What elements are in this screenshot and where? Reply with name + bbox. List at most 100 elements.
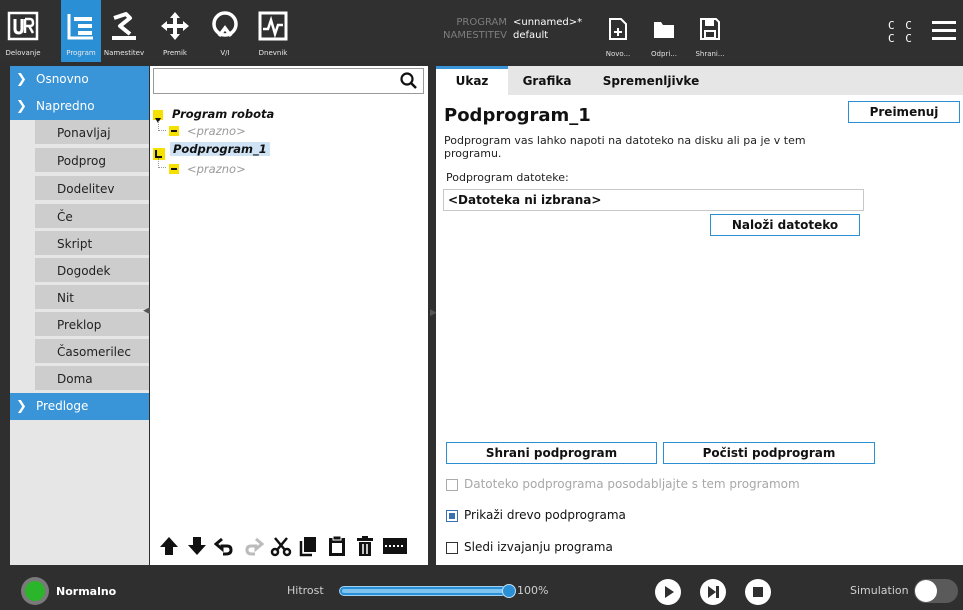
nav-namestitev[interactable]: Namestitev (101, 0, 147, 62)
chevron-down-icon: ❯ (16, 99, 27, 114)
cut-icon[interactable] (270, 535, 292, 557)
copy-icon[interactable] (298, 535, 320, 557)
delete-icon[interactable] (354, 535, 376, 557)
nav-label: V/I (220, 49, 230, 57)
show-subprogram-tree-checkbox[interactable] (446, 510, 458, 522)
move-up-icon[interactable] (158, 535, 180, 557)
node-item[interactable]: Dogodek (35, 258, 149, 284)
program-tree-panel: Program robota <prazno> Podprogram_1 <pr… (150, 66, 428, 565)
new-file-button[interactable]: Novo... (595, 0, 641, 62)
subprogram-icon (153, 145, 165, 160)
app-window: Delovanje Program Namestitev Premik V/I … (0, 0, 963, 610)
tree-node-empty[interactable]: <prazno> (187, 162, 246, 176)
tab-ukaz[interactable]: Ukaz (436, 66, 508, 95)
tab-bar: Ukaz Grafika Spremenljivke (436, 66, 963, 95)
simulation-label: Simulation (850, 584, 909, 597)
save-file-button[interactable]: Shrani... (687, 0, 733, 62)
tree-connector (158, 121, 166, 131)
nav-delovanje[interactable]: Delovanje (0, 0, 46, 62)
tree-node-subprogram[interactable]: Podprogram_1 (170, 142, 270, 156)
stop-button[interactable] (745, 579, 771, 605)
node-item[interactable]: Podprog (35, 148, 149, 174)
node-item[interactable]: Ponavljaj (35, 120, 149, 146)
cc-line: C C (888, 32, 914, 45)
expand-toggle-icon[interactable] (153, 110, 163, 123)
node-item[interactable]: Časomerilec (35, 339, 149, 365)
nav-premik[interactable]: Premik (155, 0, 195, 62)
chevron-right-icon: ❯ (16, 399, 27, 414)
menu-icon[interactable] (932, 21, 956, 41)
empty-node-icon (169, 126, 179, 136)
checkbox-label: Sledi izvajanju programa (464, 540, 613, 554)
nav-label: Premik (163, 49, 187, 57)
installation-name: default (513, 30, 549, 41)
nav-vi[interactable]: V/I (205, 0, 245, 62)
checkbox-label: Datoteko podprograma posodabljajte s tem… (464, 477, 800, 491)
file-button-label: Odpri... (651, 50, 677, 58)
node-item[interactable]: Če (35, 204, 149, 230)
tree-search-input[interactable] (153, 68, 424, 94)
robot-status-icon[interactable] (21, 577, 49, 605)
node-item[interactable]: Dodelitev (35, 176, 149, 202)
suppress-icon[interactable] (382, 535, 408, 557)
folder-icon (654, 22, 674, 38)
program-name: <unnamed>* (513, 17, 583, 28)
tree-node-root[interactable]: Program robota (172, 107, 274, 121)
paste-icon[interactable] (326, 535, 348, 557)
log-icon (258, 11, 288, 41)
category-label: Predloge (36, 399, 89, 413)
program-key: PROGRAM (456, 17, 507, 28)
subprogram-file-field: <Datoteka ni izbrana> (443, 189, 864, 211)
category-label: Osnovno (36, 72, 89, 86)
save-subprogram-button[interactable]: Shrani podprogram (446, 442, 657, 464)
play-button[interactable] (655, 579, 681, 605)
tab-spremenljivke[interactable]: Spremenljivke (586, 66, 716, 95)
chevron-right-icon: ❯ (16, 72, 27, 87)
speed-slider-handle[interactable] (502, 584, 516, 598)
category-label: Napredno (36, 99, 95, 113)
move-icon (161, 12, 189, 40)
installation-icon (112, 12, 136, 40)
nav-dnevnik[interactable]: Dnevnik (253, 0, 293, 62)
category-advanced[interactable]: ❯ Napredno (10, 93, 149, 120)
node-item[interactable]: Doma (35, 366, 149, 392)
nav-label: Program (66, 49, 96, 57)
undo-icon[interactable] (214, 535, 236, 557)
redo-icon[interactable] (242, 535, 264, 557)
rename-button[interactable]: Preimenuj (848, 101, 960, 123)
speed-slider[interactable] (339, 586, 507, 596)
search-icon[interactable] (399, 71, 419, 91)
tree-node-empty[interactable]: <prazno> (187, 124, 246, 138)
node-item[interactable]: Nit (35, 285, 149, 311)
follow-execution-checkbox[interactable] (446, 542, 458, 554)
program-node-panel: ❯ Osnovno ❯ Napredno Ponavljaj Podprog D… (10, 66, 149, 565)
move-down-icon[interactable] (186, 535, 208, 557)
tree-connector (158, 158, 166, 168)
category-basic[interactable]: ❯ Osnovno (10, 66, 149, 93)
nav-label: Delovanje (5, 49, 41, 57)
clear-subprogram-button[interactable]: Počisti podprogram (663, 442, 875, 464)
step-button[interactable] (700, 579, 726, 605)
file-button-label: Novo... (605, 50, 631, 58)
load-file-button[interactable]: Naloži datoteko (710, 214, 860, 236)
tab-grafika[interactable]: Grafika (508, 66, 586, 95)
category-templates[interactable]: ❯ Predloge (10, 393, 149, 420)
installation-key: NAMESTITEV (443, 30, 507, 41)
simulation-toggle[interactable] (914, 579, 958, 603)
keep-file-updated-checkbox[interactable] (446, 479, 458, 491)
control-indicator: C C C C (888, 19, 914, 45)
node-item[interactable]: Preklop (35, 312, 149, 338)
ur-logo-icon (7, 11, 39, 41)
nav-program[interactable]: Program (61, 0, 101, 62)
speed-label: Hitrost (287, 584, 324, 597)
play-icon (665, 586, 674, 598)
file-label: Podprogram datoteke: (446, 171, 569, 184)
open-file-button[interactable]: Odpri... (641, 0, 687, 62)
new-file-icon (609, 18, 627, 40)
speed-slider-fill (342, 589, 504, 593)
file-button-label: Shrani... (695, 50, 725, 58)
save-icon (700, 18, 720, 40)
node-item[interactable]: Skript (35, 231, 149, 257)
stop-icon (753, 587, 763, 597)
nav-label: Dnevnik (258, 49, 288, 57)
